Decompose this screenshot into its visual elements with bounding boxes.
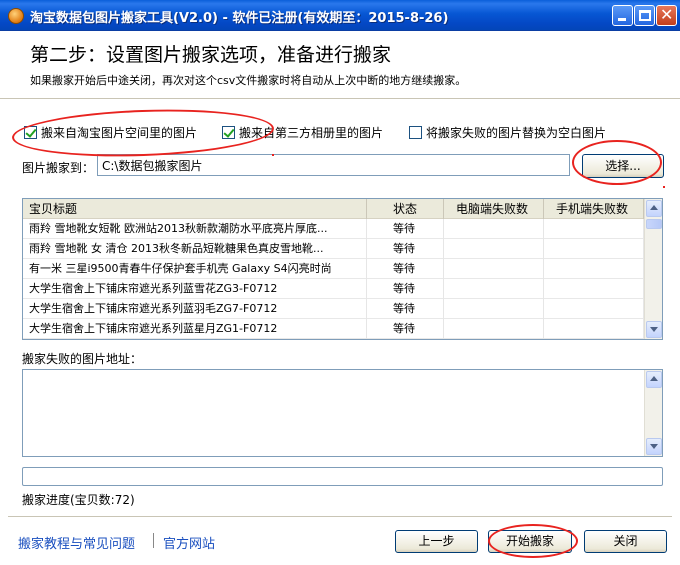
maximize-button[interactable] <box>634 5 655 26</box>
table-row[interactable]: 大学生宿舍上下铺床帘遮光系列蓝羽毛ZG7-F0712 等待 <box>23 299 644 319</box>
taobao-space-label: 搬来自淘宝图片空间里的图片 <box>41 125 198 140</box>
progress-label: 搬家进度(宝贝数:72) <box>22 493 135 507</box>
row-title: 雨羚 雪地靴 女 清仓 2013秋冬新品短靴糖果色真皮雪地靴... <box>23 239 367 259</box>
annotation-mark <box>663 186 665 188</box>
table-row[interactable]: 雨羚 雪地靴 女 清仓 2013秋冬新品短靴糖果色真皮雪地靴... 等待 <box>23 239 644 259</box>
row-status: 等待 <box>367 239 444 259</box>
maximize-icon <box>639 10 651 21</box>
table-scrollbar[interactable] <box>644 199 662 339</box>
third-party-label: 搬来自第三方相册里的图片 <box>239 125 384 140</box>
annotation-mark <box>272 154 274 156</box>
app-icon <box>8 8 24 24</box>
option-third-party[interactable]: 搬来自第三方相册里的图片 <box>222 124 383 140</box>
table-row[interactable]: 有一米 三星i9500青春牛仔保护套手机壳 Galaxy S4闪亮时尚 等待 <box>23 259 644 279</box>
minimize-icon <box>618 18 626 21</box>
row-pc-fail <box>444 259 544 279</box>
replace-failed-checkbox[interactable] <box>409 125 422 139</box>
official-site-link[interactable]: 官方网站 <box>163 533 215 552</box>
scroll-down-button[interactable] <box>646 321 662 338</box>
items-table[interactable]: 宝贝标题 状态 电脑端失败数 手机端失败数 雨羚 雪地靴女短靴 欧洲站2013秋… <box>22 198 663 340</box>
failed-images-textarea[interactable] <box>22 369 663 457</box>
arrow-down-icon <box>650 444 658 449</box>
row-pc-fail <box>444 319 544 339</box>
row-pc-fail <box>444 239 544 259</box>
row-title: 有一米 三星i9500青春牛仔保护套手机壳 Galaxy S4闪亮时尚 <box>23 259 367 279</box>
row-title: 大学生宿舍上下铺床帘遮光系列蓝羽毛ZG7-F0712 <box>23 299 367 319</box>
column-header-mobile-fail[interactable]: 手机端失败数 <box>544 199 644 219</box>
replace-failed-label: 将搬家失败的图片替换为空白图片 <box>426 125 607 140</box>
column-header-pc-fail[interactable]: 电脑端失败数 <box>444 199 544 219</box>
row-mobile-fail <box>544 319 644 339</box>
failed-scrollbar[interactable] <box>644 370 662 456</box>
choose-folder-button[interactable]: 选择... <box>582 154 664 178</box>
arrow-up-icon <box>650 205 658 210</box>
close-window-button[interactable]: ✕ <box>656 5 677 26</box>
row-title: 大学生宿舍上下铺床帘遮光系列蓝雪花ZG3-F0712 <box>23 279 367 299</box>
row-mobile-fail <box>544 279 644 299</box>
scroll-down-button[interactable] <box>646 438 662 455</box>
minimize-button[interactable] <box>612 5 633 26</box>
row-title: 大学生宿舍上下铺床帘遮光系列蓝星月ZG1-F0712 <box>23 319 367 339</box>
row-status: 等待 <box>367 299 444 319</box>
step-description: 如果搬家开始后中途关闭，再次对这个csv文件搬家时将自动从上次中断的地方继续搬家… <box>30 74 467 87</box>
table-row[interactable]: 大学生宿舍上下铺床帘遮光系列蓝星月ZG1-F0712 等待 <box>23 319 644 339</box>
taobao-space-checkbox[interactable] <box>24 125 37 139</box>
column-header-status[interactable]: 状态 <box>367 199 444 219</box>
row-pc-fail <box>444 299 544 319</box>
start-migration-button[interactable]: 开始搬家 <box>488 530 572 553</box>
row-mobile-fail <box>544 259 644 279</box>
failed-images-label: 搬家失败的图片地址： <box>22 352 143 366</box>
close-button[interactable]: 关闭 <box>584 530 667 553</box>
footer-divider <box>8 516 672 517</box>
row-status: 等待 <box>367 219 444 239</box>
column-header-title[interactable]: 宝贝标题 <box>23 199 367 219</box>
third-party-checkbox[interactable] <box>222 125 235 139</box>
page-title: 第二步：设置图片搬家选项，准备进行搬家 <box>30 44 392 66</box>
destination-path-input[interactable] <box>97 154 570 176</box>
row-pc-fail <box>444 279 544 299</box>
arrow-up-icon <box>650 376 658 381</box>
row-status: 等待 <box>367 319 444 339</box>
scroll-thumb[interactable] <box>646 219 662 229</box>
previous-step-button[interactable]: 上一步 <box>395 530 478 553</box>
row-title: 雨羚 雪地靴女短靴 欧洲站2013秋新款潮防水平底亮片厚底... <box>23 219 367 239</box>
help-link[interactable]: 搬家教程与常见问题 <box>18 533 135 552</box>
row-mobile-fail <box>544 239 644 259</box>
option-taobao-space[interactable]: 搬来自淘宝图片空间里的图片 <box>24 124 197 140</box>
table-header: 宝贝标题 状态 电脑端失败数 手机端失败数 <box>23 199 644 219</box>
row-pc-fail <box>444 219 544 239</box>
row-mobile-fail <box>544 219 644 239</box>
destination-label: 图片搬家到： <box>22 161 95 175</box>
table-row[interactable]: 雨羚 雪地靴女短靴 欧洲站2013秋新款潮防水平底亮片厚底... 等待 <box>23 219 644 239</box>
progress-bar <box>22 467 663 486</box>
title-bar: 淘宝数据包图片搬家工具(V2.0) - 软件已注册(有效期至：2015-8-26… <box>0 0 680 31</box>
link-divider <box>153 533 154 548</box>
row-status: 等待 <box>367 259 444 279</box>
option-replace-failed[interactable]: 将搬家失败的图片替换为空白图片 <box>409 124 606 140</box>
scroll-up-button[interactable] <box>646 371 662 388</box>
arrow-down-icon <box>650 327 658 332</box>
row-status: 等待 <box>367 279 444 299</box>
table-row[interactable]: 大学生宿舍上下铺床帘遮光系列蓝雪花ZG3-F0712 等待 <box>23 279 644 299</box>
window-title: 淘宝数据包图片搬家工具(V2.0) - 软件已注册(有效期至：2015-8-26… <box>30 11 449 26</box>
close-icon: ✕ <box>660 5 674 24</box>
row-mobile-fail <box>544 299 644 319</box>
scroll-up-button[interactable] <box>646 200 662 217</box>
